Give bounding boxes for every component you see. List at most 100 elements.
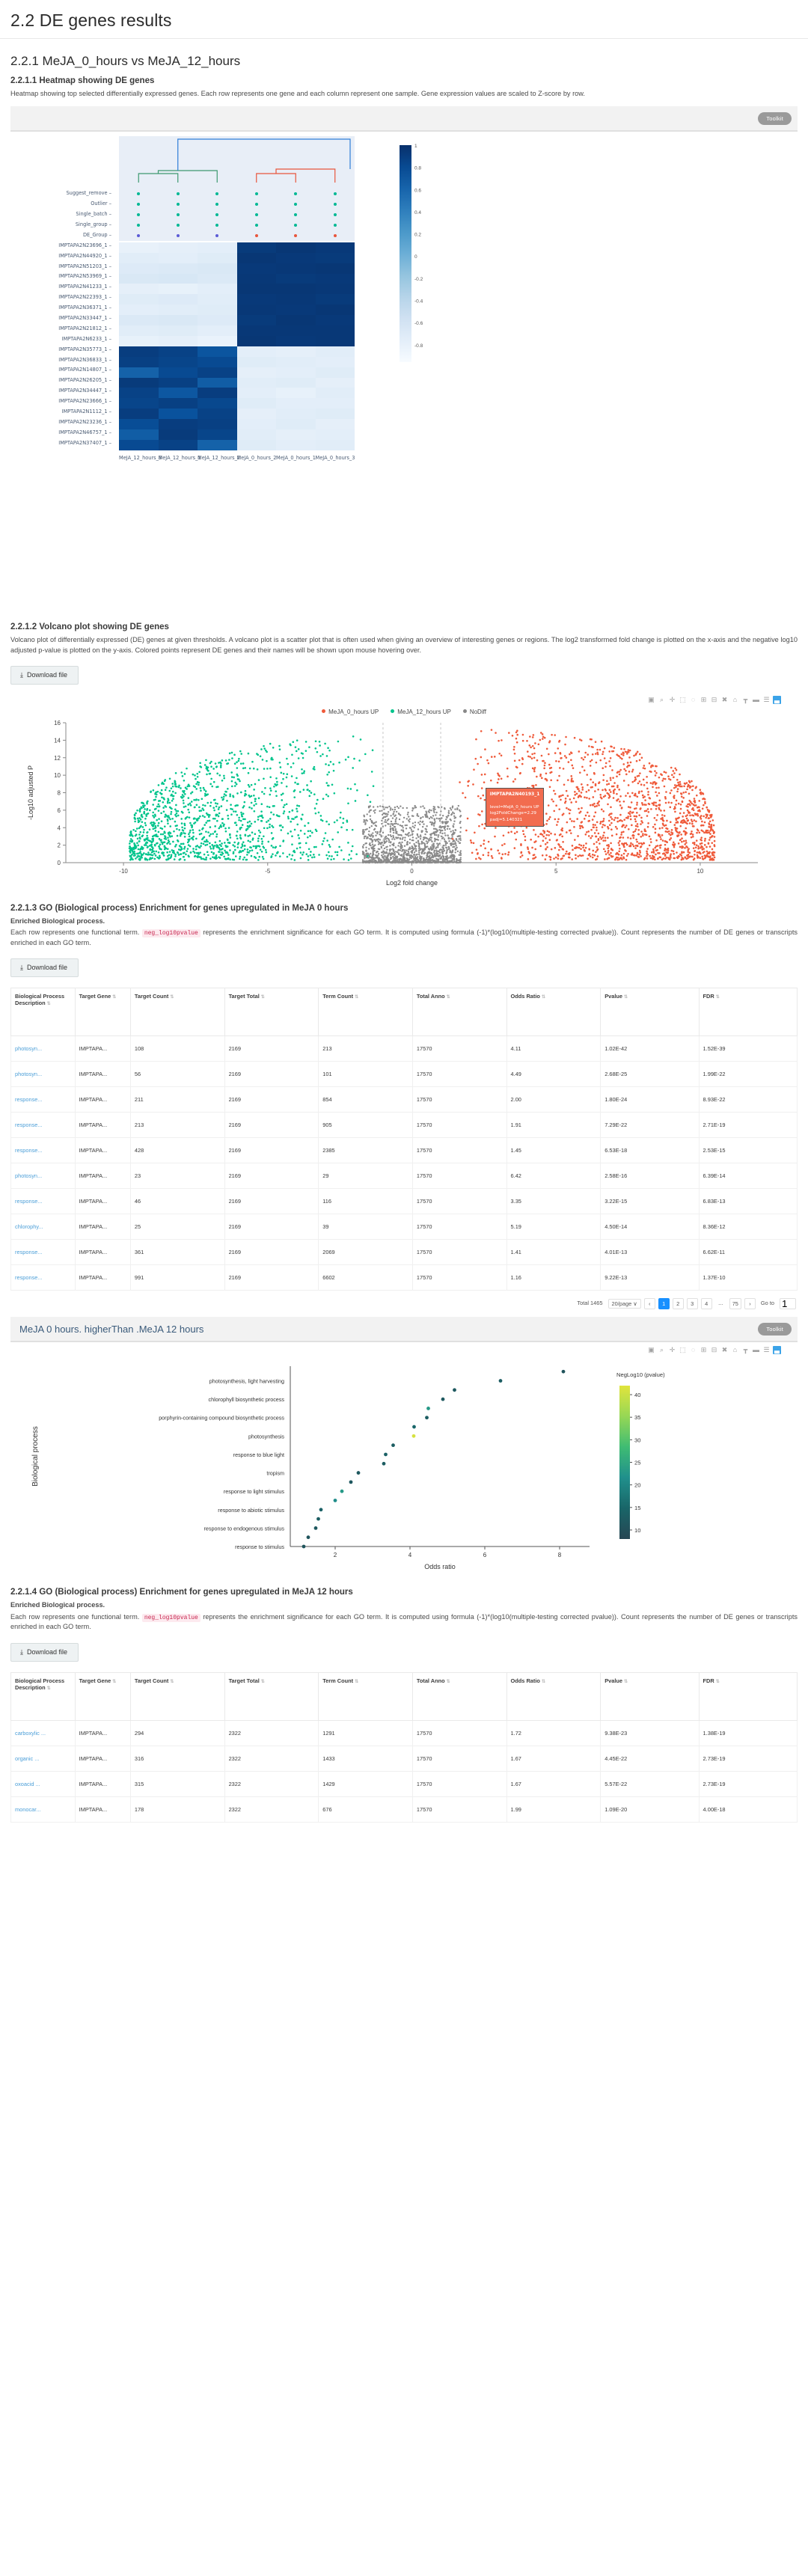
volcano-point[interactable]: [389, 852, 391, 855]
volcano-point[interactable]: [675, 799, 678, 802]
volcano-point[interactable]: [325, 755, 328, 757]
volcano-point[interactable]: [194, 774, 196, 777]
volcano-point[interactable]: [662, 777, 665, 780]
volcano-point[interactable]: [622, 856, 625, 858]
volcano-point[interactable]: [254, 800, 257, 803]
volcano-point[interactable]: [447, 812, 450, 814]
volcano-point[interactable]: [280, 829, 283, 831]
volcano-point[interactable]: [242, 841, 245, 843]
volcano-point[interactable]: [619, 847, 621, 850]
volcano-point[interactable]: [640, 816, 643, 819]
volcano-point[interactable]: [587, 783, 589, 786]
dotplot-point[interactable]: [384, 1452, 388, 1457]
volcano-point[interactable]: [539, 732, 542, 734]
volcano-point[interactable]: [602, 774, 605, 777]
volcano-point[interactable]: [192, 773, 195, 776]
dotplot-point[interactable]: [425, 1416, 429, 1420]
volcano-point[interactable]: [513, 847, 516, 849]
heatmap-row[interactable]: [119, 294, 355, 305]
volcano-point[interactable]: [259, 815, 261, 817]
volcano-point[interactable]: [667, 801, 670, 804]
volcano-point[interactable]: [362, 851, 364, 854]
volcano-point[interactable]: [670, 853, 672, 856]
volcano-point[interactable]: [459, 830, 462, 833]
volcano-point[interactable]: [515, 838, 518, 841]
volcano-point[interactable]: [708, 859, 711, 861]
volcano-point[interactable]: [181, 811, 184, 814]
volcano-point[interactable]: [268, 806, 271, 809]
volcano-point[interactable]: [573, 826, 575, 828]
volcano-point[interactable]: [617, 754, 619, 757]
volcano-point[interactable]: [293, 789, 296, 792]
pagination-page-3[interactable]: 3: [686, 1298, 698, 1310]
volcano-point[interactable]: [452, 842, 454, 845]
volcano-point[interactable]: [218, 851, 220, 853]
volcano-point[interactable]: [701, 820, 703, 823]
volcano-point[interactable]: [263, 827, 266, 830]
volcano-point[interactable]: [236, 792, 239, 795]
sort-icon[interactable]: ⇅: [47, 1686, 51, 1691]
volcano-point[interactable]: [205, 830, 207, 833]
volcano-point[interactable]: [633, 754, 635, 757]
volcano-point[interactable]: [438, 854, 441, 857]
volcano-point[interactable]: [349, 788, 352, 790]
volcano-point[interactable]: [151, 835, 154, 838]
volcano-point[interactable]: [613, 747, 616, 749]
volcano-point[interactable]: [515, 765, 518, 768]
volcano-point[interactable]: [316, 750, 319, 753]
volcano-point[interactable]: [430, 810, 432, 812]
volcano-point[interactable]: [207, 831, 209, 833]
volcano-point[interactable]: [534, 848, 537, 851]
volcano-point[interactable]: [454, 816, 457, 819]
volcano-point[interactable]: [437, 836, 439, 838]
volcano-point[interactable]: [554, 734, 557, 736]
volcano-point[interactable]: [254, 798, 257, 801]
volcano-point[interactable]: [332, 763, 334, 765]
volcano-point[interactable]: [166, 851, 168, 854]
volcano-point[interactable]: [210, 760, 212, 763]
volcano-point[interactable]: [144, 804, 146, 807]
volcano-point[interactable]: [426, 855, 429, 858]
volcano-point[interactable]: [403, 854, 405, 857]
volcano-point[interactable]: [710, 857, 713, 860]
volcano-point[interactable]: [370, 822, 373, 824]
volcano-point[interactable]: [528, 744, 531, 747]
heatmap-row[interactable]: [119, 315, 355, 326]
volcano-point[interactable]: [652, 850, 655, 852]
volcano-point[interactable]: [146, 809, 148, 811]
volcano-point[interactable]: [629, 806, 631, 809]
volcano-point[interactable]: [710, 828, 713, 830]
volcano-point[interactable]: [239, 837, 242, 840]
volcano-point[interactable]: [351, 828, 354, 831]
volcano-point[interactable]: [548, 753, 550, 756]
volcano-point[interactable]: [602, 834, 605, 837]
volcano-point[interactable]: [490, 848, 492, 851]
volcano-point[interactable]: [248, 767, 251, 770]
volcano-point[interactable]: [287, 816, 290, 819]
volcano-point[interactable]: [634, 779, 637, 781]
heatmap-cell[interactable]: [158, 388, 198, 399]
volcano-point[interactable]: [610, 842, 612, 845]
volcano-point[interactable]: [459, 781, 461, 783]
volcano-point[interactable]: [606, 792, 609, 795]
volcano-point[interactable]: [164, 789, 167, 792]
volcano-point[interactable]: [558, 774, 560, 777]
volcano-point[interactable]: [506, 775, 509, 778]
volcano-point[interactable]: [444, 844, 447, 846]
volcano-point[interactable]: [275, 777, 278, 780]
volcano-point[interactable]: [391, 838, 394, 840]
volcano-point[interactable]: [298, 842, 301, 845]
volcano-point[interactable]: [212, 833, 214, 835]
volcano-point[interactable]: [349, 857, 352, 860]
volcano-point[interactable]: [678, 855, 680, 858]
volcano-point[interactable]: [414, 804, 416, 807]
heatmap-cell[interactable]: [315, 325, 355, 336]
volcano-point[interactable]: [208, 819, 211, 822]
volcano-point[interactable]: [389, 825, 392, 827]
volcano-point[interactable]: [592, 824, 595, 826]
volcano-point[interactable]: [174, 855, 177, 857]
volcano-point[interactable]: [241, 849, 244, 852]
volcano-point[interactable]: [470, 841, 473, 844]
heatmap-cell[interactable]: [158, 315, 198, 326]
volcano-point[interactable]: [501, 739, 503, 741]
